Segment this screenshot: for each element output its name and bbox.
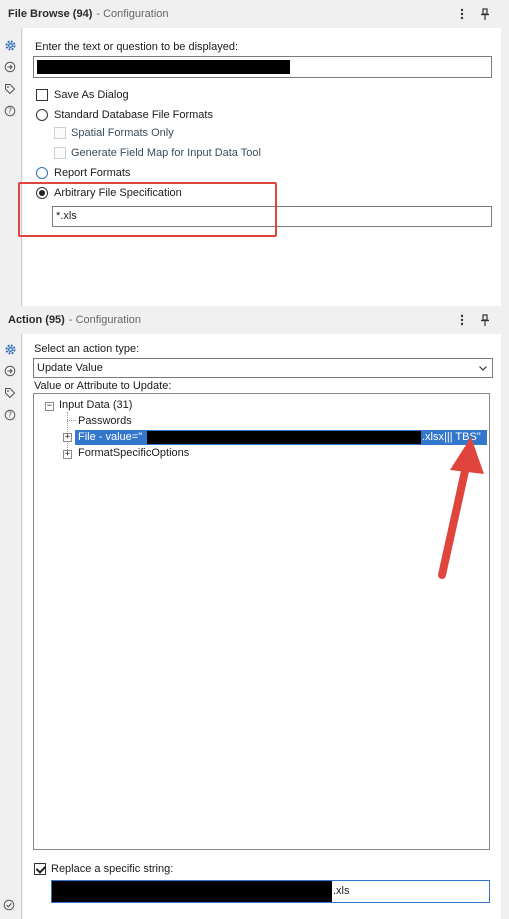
action-subtitle: - Configuration [68, 314, 141, 326]
generate-field-map-label: Generate Field Map for Input Data Tool [71, 147, 261, 159]
replace-string-label: Replace a specific string: [51, 863, 174, 875]
value-attr-label: Value or Attribute to Update: [34, 380, 172, 392]
gear-icon[interactable] [3, 342, 17, 356]
report-formats-label: Report Formats [54, 167, 131, 179]
prompt-input[interactable] [33, 56, 492, 78]
tag-icon[interactable] [3, 386, 17, 400]
connection-icon[interactable] [3, 60, 17, 74]
tree-item-file-selected[interactable]: File - value=" .xlsx||| TBS" [75, 430, 487, 445]
spatial-only-checkbox[interactable] [54, 127, 66, 139]
redacted-text [52, 881, 332, 902]
tag-icon[interactable] [3, 82, 17, 96]
action-type-select[interactable]: Update Value [33, 358, 493, 378]
tree-root-input-data[interactable]: Input Data (31) [59, 399, 132, 411]
replace-string-checkbox[interactable] [34, 863, 46, 875]
file-browse-panel: File Browse (94) - Configuration ? Enter… [0, 0, 509, 306]
action-type-label: Select an action type: [34, 343, 140, 355]
tree-item-format-options[interactable]: FormatSpecificOptions [78, 447, 189, 459]
gear-icon[interactable] [3, 38, 17, 52]
chevron-down-icon [478, 363, 488, 373]
report-formats-radio[interactable] [36, 167, 48, 179]
file-browse-sidebar: ? [0, 28, 22, 306]
action-title: Action (95) [8, 314, 65, 326]
save-as-dialog-checkbox[interactable] [36, 89, 48, 101]
file-prefix-text: File - value=" [78, 431, 143, 443]
expand-icon[interactable]: + [63, 450, 72, 459]
pin-icon[interactable] [478, 6, 492, 22]
save-as-dialog-label: Save As Dialog [54, 89, 129, 101]
expand-icon[interactable]: + [63, 433, 72, 442]
collapse-icon[interactable]: − [45, 402, 54, 411]
file-browse-title: File Browse (94) [8, 8, 93, 20]
file-browse-subtitle: - Configuration [96, 8, 169, 20]
prompt-label: Enter the text or question to be display… [35, 41, 239, 53]
action-titlebar: Action (95) - Configuration [0, 306, 509, 334]
action-content: Select an action type: Update Value Valu… [23, 334, 501, 919]
redacted-text [37, 60, 290, 74]
value-attr-tree[interactable]: − Input Data (31) Passwords + File - val… [33, 393, 490, 850]
replace-string-input[interactable]: .xls [51, 880, 490, 903]
standard-formats-radio[interactable] [36, 109, 48, 121]
action-panel: Action (95) - Configuration ? Select an … [0, 306, 509, 919]
generate-field-map-checkbox[interactable] [54, 147, 66, 159]
pin-icon[interactable] [478, 312, 492, 328]
more-options-icon[interactable] [455, 6, 469, 22]
standard-formats-label: Standard Database File Formats [54, 109, 213, 121]
help-icon[interactable]: ? [3, 408, 17, 422]
action-sidebar: ? [0, 334, 22, 919]
file-browse-titlebar: File Browse (94) - Configuration [0, 0, 509, 28]
status-check-icon [3, 899, 17, 913]
redacted-text [147, 431, 421, 444]
replace-suffix-text: .xls [333, 885, 350, 897]
file-browse-content: Enter the text or question to be display… [18, 28, 501, 306]
tree-item-passwords[interactable]: Passwords [78, 415, 132, 427]
tree-line [67, 420, 76, 421]
file-suffix-text: .xlsx||| TBS" [422, 431, 481, 443]
help-icon[interactable]: ? [3, 104, 17, 118]
svg-text:?: ? [8, 107, 12, 116]
more-options-icon[interactable] [455, 312, 469, 328]
action-type-value: Update Value [37, 362, 103, 374]
connection-icon[interactable] [3, 364, 17, 378]
highlight-annotation [18, 182, 277, 237]
spatial-only-label: Spatial Formats Only [71, 127, 174, 139]
svg-text:?: ? [8, 411, 12, 420]
